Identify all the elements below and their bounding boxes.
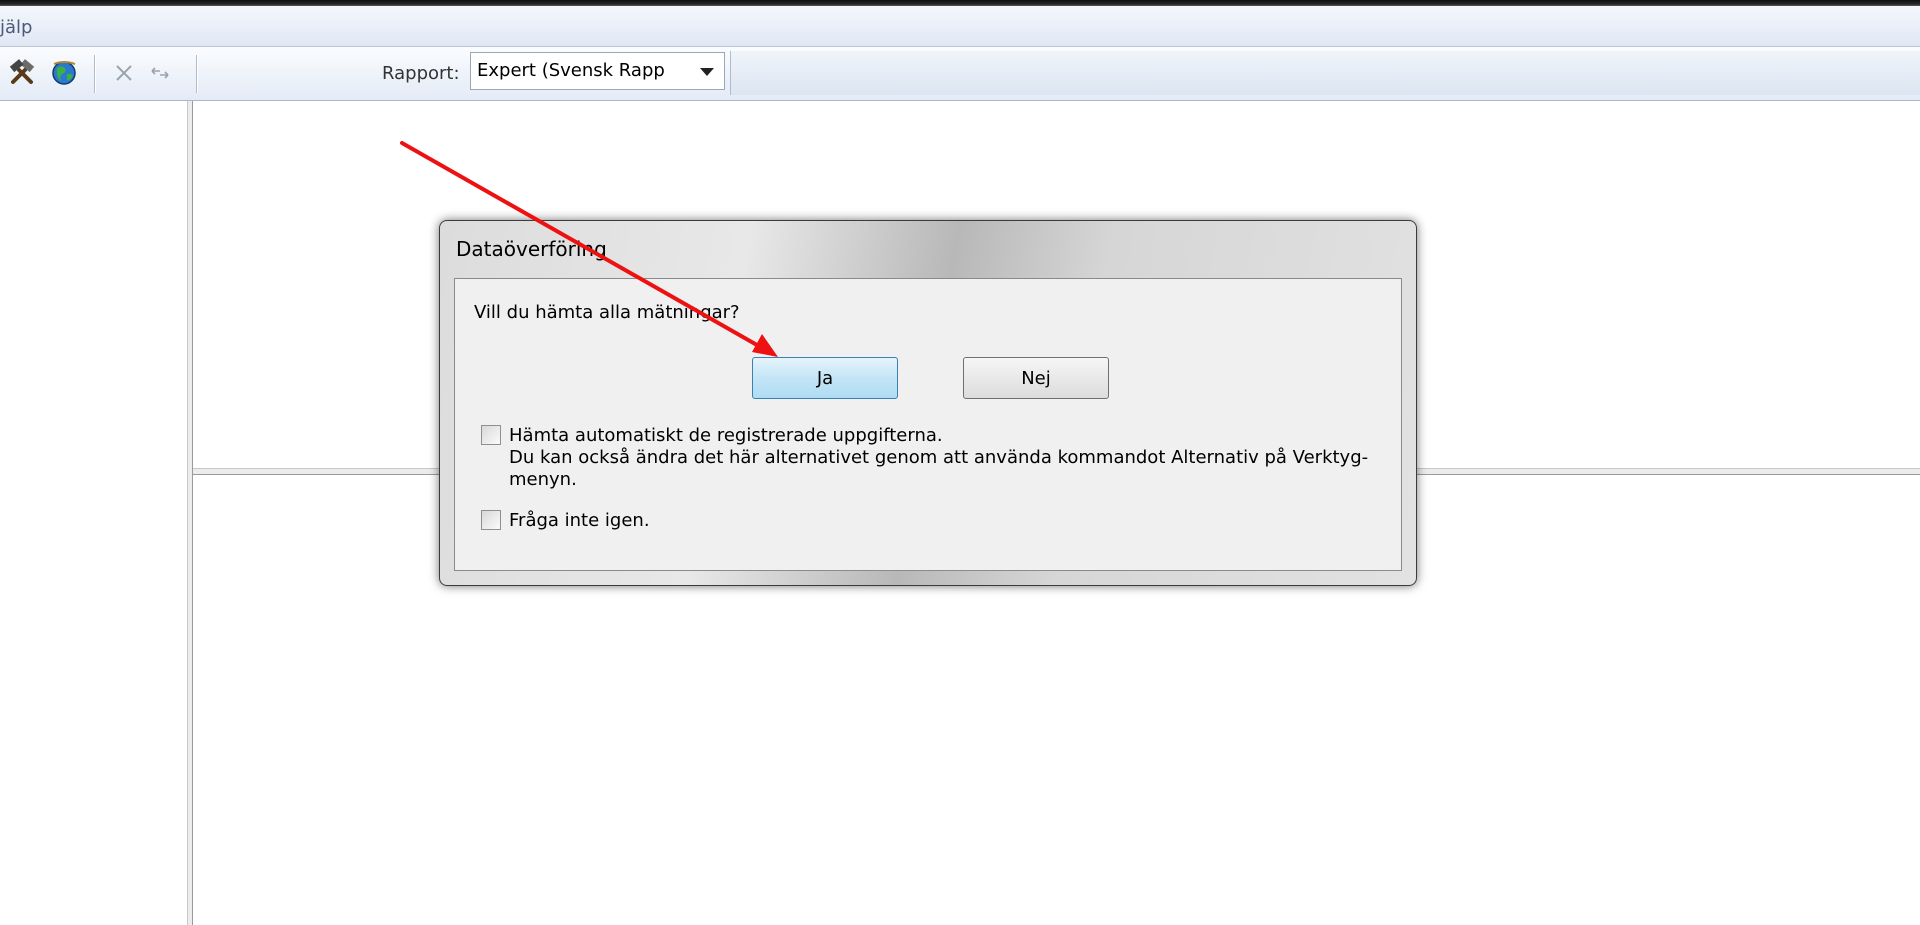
- left-panel: [0, 101, 187, 925]
- chevron-down-icon[interactable]: [700, 68, 714, 76]
- auto-fetch-hint: Du kan också ändra det här alternativet …: [509, 447, 1369, 490]
- delete-icon[interactable]: [108, 57, 140, 89]
- tools-icon[interactable]: [6, 57, 38, 89]
- auto-fetch-option[interactable]: Hämta automatiskt de registrerade uppgif…: [481, 425, 943, 447]
- dont-ask-option[interactable]: Fråga inte igen.: [481, 510, 650, 532]
- auto-fetch-checkbox[interactable]: [481, 425, 501, 445]
- data-transfer-dialog: Dataöverföring Vill du hämta alla mätnin…: [439, 220, 1417, 586]
- globe-icon[interactable]: [48, 57, 80, 89]
- toolbar-empty-area: [730, 51, 1920, 95]
- report-label: Rapport:: [382, 63, 460, 84]
- toolbar-separator: [196, 55, 198, 93]
- menu-item-help[interactable]: jälp: [0, 17, 32, 38]
- dont-ask-checkbox[interactable]: [481, 510, 501, 530]
- swap-icon[interactable]: [144, 57, 176, 89]
- report-dropdown-value: Expert (Svensk Rapp: [477, 60, 665, 81]
- menu-bar: jälp: [0, 6, 1920, 47]
- dont-ask-label: Fråga inte igen.: [509, 510, 650, 531]
- dialog-title: Dataöverföring: [456, 237, 607, 261]
- dialog-question: Vill du hämta alla mätningar?: [474, 302, 740, 323]
- toolbar-separator: [94, 55, 96, 93]
- report-dropdown[interactable]: Expert (Svensk Rapp: [470, 52, 725, 90]
- toolbar: Rapport: Expert (Svensk Rapp: [0, 47, 1920, 101]
- dialog-body: Vill du hämta alla mätningar? Ja Nej Häm…: [454, 278, 1402, 571]
- auto-fetch-label: Hämta automatiskt de registrerade uppgif…: [509, 425, 943, 446]
- no-button[interactable]: Nej: [963, 357, 1109, 399]
- yes-button[interactable]: Ja: [752, 357, 898, 399]
